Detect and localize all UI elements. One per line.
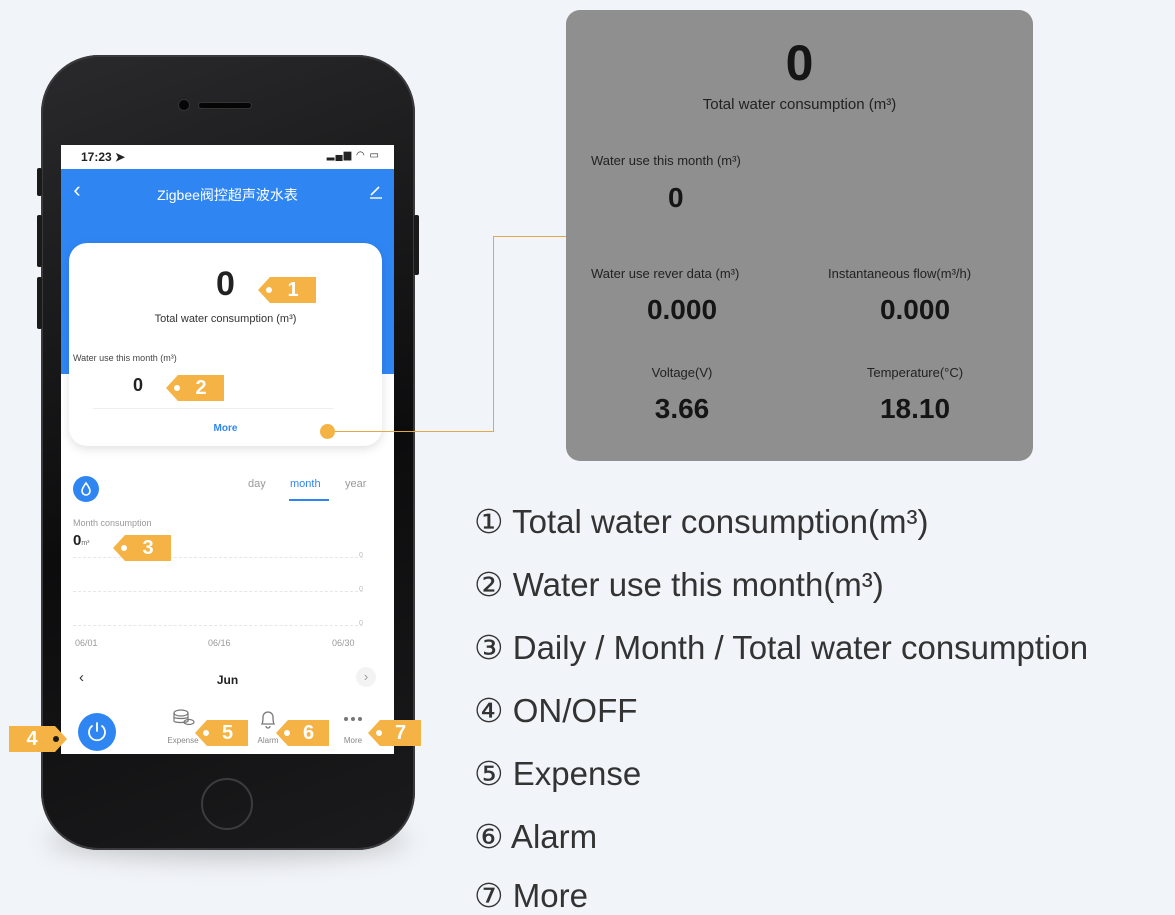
callout-tag-4: 4 xyxy=(9,726,67,752)
panel-flow-value: 0.000 xyxy=(879,294,951,325)
panel-temperature-value: 18.10 xyxy=(879,393,951,424)
volume-up-button xyxy=(37,215,42,267)
panel-voltage-value: 3.66 xyxy=(654,393,710,424)
detail-panel: 0 Total water consumption (m³) Water use… xyxy=(566,10,1033,461)
panel-reverse-label: Water use rever data (m³) xyxy=(591,266,740,281)
callout-tag-5: 5 xyxy=(195,720,248,746)
callout-tag-3: 3 xyxy=(113,535,171,561)
total-consumption-label: Total water consumption (m³) xyxy=(154,313,297,325)
coins-icon[interactable] xyxy=(171,707,197,731)
status-icons: ▂▄▆ ◠ ▭ xyxy=(326,150,380,161)
callout-tag-1: 1 xyxy=(258,277,316,303)
connector-line xyxy=(331,431,494,432)
segment-day[interactable]: day xyxy=(248,478,266,490)
panel-total-value: 0 xyxy=(785,35,814,91)
card-divider xyxy=(93,408,333,409)
connector-dot xyxy=(320,424,335,439)
total-consumption-value: 0 xyxy=(216,265,235,303)
segment-active-indicator xyxy=(289,499,329,501)
x-tick-label: 06/01 xyxy=(75,638,98,648)
next-month-button[interactable]: › xyxy=(356,667,376,687)
power-button[interactable] xyxy=(78,713,116,751)
dots-icon[interactable] xyxy=(340,707,366,731)
panel-temperature-label: Temperature(°C) xyxy=(866,365,964,380)
legend-item-2: ② Water use this month(m³) xyxy=(474,566,884,603)
legend-item-1: ① Total water consumption(m³) xyxy=(474,503,929,540)
volume-down-button xyxy=(37,277,42,329)
legend-item-3: ③ Daily / Month / Total water consumptio… xyxy=(474,629,1089,666)
month-use-value: 0 xyxy=(133,375,144,395)
more-link[interactable]: More xyxy=(69,423,382,434)
connector-line xyxy=(493,236,567,237)
month-label: Jun xyxy=(216,673,239,687)
phone-screen: 17:23 ➤ ▂▄▆ ◠ ▭ ‹ Zigbee阀控超声波水表 0 Total … xyxy=(61,145,394,754)
panel-voltage-label: Voltage(V) xyxy=(651,365,713,380)
month-use-label: Water use this month (m³) xyxy=(73,353,177,363)
chart-value-unit: m³ xyxy=(81,540,90,547)
callout-tag-6: 6 xyxy=(276,720,329,746)
callout-tag-2: 2 xyxy=(166,375,224,401)
segment-month[interactable]: month xyxy=(290,478,321,490)
edit-icon[interactable] xyxy=(368,183,384,199)
status-time: 17:23 ➤ xyxy=(81,150,126,164)
panel-month-label: Water use this month (m³) xyxy=(591,153,741,168)
panel-flow-label: Instantaneous flow(m³/h) xyxy=(828,266,972,281)
segment-year[interactable]: year xyxy=(345,478,366,490)
y-tick-label: 0 xyxy=(359,552,363,559)
panel-month-value: 0 xyxy=(668,182,684,213)
connector-line xyxy=(493,236,494,432)
summary-card: 0 Total water consumption (m³) Water use… xyxy=(69,243,382,446)
y-tick-label: 0 xyxy=(359,620,363,627)
earpiece-speaker xyxy=(199,103,251,108)
legend-item-6: ⑥ Alarm xyxy=(474,818,598,855)
front-camera xyxy=(179,100,189,110)
legend-item-7: ⑦ More xyxy=(474,877,588,914)
chart-value: 0m³ xyxy=(73,532,90,549)
water-drop-icon xyxy=(73,476,99,502)
power-side-button xyxy=(414,215,419,275)
panel-reverse-value: 0.000 xyxy=(646,294,718,325)
chart-gridline xyxy=(73,591,363,592)
chart-title: Month consumption xyxy=(73,518,152,528)
x-tick-label: 06/16 xyxy=(208,638,231,648)
home-button[interactable] xyxy=(201,778,253,830)
panel-total-label: Total water consumption (m³) xyxy=(702,96,897,113)
app-title: Zigbee阀控超声波水表 xyxy=(157,187,298,203)
callout-tag-7: 7 xyxy=(368,720,421,746)
x-tick-label: 06/30 xyxy=(332,638,355,648)
y-tick-label: 0 xyxy=(359,586,363,593)
silent-switch xyxy=(37,168,42,196)
legend-item-4: ④ ON/OFF xyxy=(474,692,638,729)
status-bar: 17:23 ➤ ▂▄▆ ◠ ▭ xyxy=(61,145,394,169)
chart-gridline xyxy=(73,625,363,626)
legend-item-5: ⑤ Expense xyxy=(474,755,642,792)
